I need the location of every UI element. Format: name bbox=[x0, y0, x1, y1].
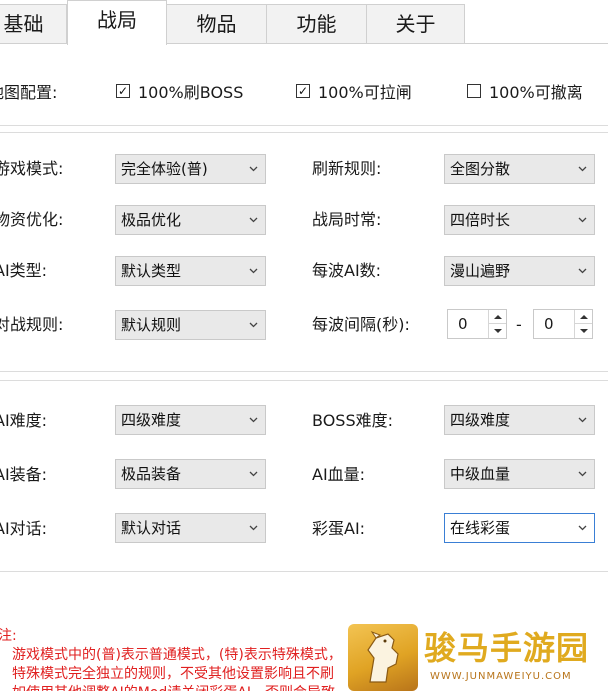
map-config-label: 地图配置: bbox=[0, 83, 58, 102]
tab-bar: 基础 战局 物品 功能 关于 bbox=[0, 0, 608, 45]
ai-health-value: 中级血量 bbox=[450, 465, 511, 483]
stepper-down-button[interactable] bbox=[575, 324, 592, 338]
chevron-down-icon bbox=[249, 415, 258, 424]
tab-features[interactable]: 功能 bbox=[266, 4, 367, 44]
checkbox-evacuate[interactable] bbox=[467, 84, 481, 98]
caret-down-icon bbox=[493, 329, 502, 333]
chevron-down-icon bbox=[249, 320, 258, 329]
easter-egg-ai-select[interactable]: 在线彩蛋 bbox=[444, 513, 595, 543]
tab-match[interactable]: 战局 bbox=[67, 0, 167, 45]
tab-basic-label: 基础 bbox=[3, 12, 44, 36]
ai-per-wave-value: 漫山遍野 bbox=[450, 262, 511, 280]
boss-difficulty-value: 四级难度 bbox=[450, 411, 511, 429]
tab-basic[interactable]: 基础 bbox=[0, 4, 67, 44]
separator bbox=[0, 571, 608, 572]
stepper-up-button[interactable] bbox=[489, 310, 506, 324]
checkbox-pull-switch-label[interactable]: 100%可拉闸 bbox=[318, 82, 412, 104]
tab-about[interactable]: 关于 bbox=[366, 4, 465, 44]
ai-type-value: 默认类型 bbox=[121, 262, 182, 280]
refresh-rule-label: 刷新规则: bbox=[312, 159, 382, 178]
ai-type-select[interactable]: 默认类型 bbox=[115, 256, 266, 286]
checkbox-refresh-boss-label[interactable]: 100%刷BOSS bbox=[138, 82, 243, 104]
ai-dialogue-label: AI对话: bbox=[0, 519, 48, 538]
game-mode-select[interactable]: 完全体验(普) bbox=[115, 154, 266, 184]
easter-egg-ai-label: 彩蛋AI: bbox=[312, 519, 366, 538]
chevron-down-icon bbox=[249, 266, 258, 275]
ai-health-select[interactable]: 中级血量 bbox=[444, 459, 595, 489]
game-mode-value: 完全体验(普) bbox=[121, 160, 208, 178]
separator bbox=[0, 380, 608, 381]
battle-rule-select[interactable]: 默认规则 bbox=[115, 310, 266, 340]
notes-line: 游戏模式中的(普)表示普通模式，(特)表示特殊模式， bbox=[12, 647, 342, 663]
wave-interval-min-stepper[interactable]: 0 bbox=[447, 309, 507, 339]
watermark-name: 骏马手游园 bbox=[424, 629, 590, 667]
tab-match-label: 战局 bbox=[97, 8, 137, 32]
match-time-label: 战局时常: bbox=[312, 210, 382, 229]
caret-up-icon bbox=[493, 315, 502, 319]
ai-equipment-select[interactable]: 极品装备 bbox=[115, 459, 266, 489]
notes-line: 特殊模式完全独立的规则，不受其他设置影响且不刷 bbox=[12, 666, 334, 682]
chevron-down-icon bbox=[578, 523, 587, 532]
match-time-select[interactable]: 四倍时长 bbox=[444, 205, 595, 235]
supply-opt-value: 极品优化 bbox=[121, 211, 182, 229]
chevron-down-icon bbox=[249, 469, 258, 478]
notes-title: 注: bbox=[0, 628, 17, 644]
notes-line: 如使用其他调整AI的Mod请关闭彩蛋AI，否则会导致 bbox=[12, 683, 335, 691]
separator bbox=[0, 371, 608, 372]
chevron-down-icon bbox=[578, 415, 587, 424]
battle-rule-value: 默认规则 bbox=[121, 316, 182, 334]
ai-difficulty-value: 四级难度 bbox=[121, 411, 182, 429]
tab-items[interactable]: 物品 bbox=[166, 4, 267, 44]
caret-down-icon bbox=[579, 329, 588, 333]
ai-equipment-value: 极品装备 bbox=[121, 465, 182, 483]
separator bbox=[0, 125, 608, 126]
wave-interval-label: 每波间隔(秒): bbox=[312, 315, 410, 334]
watermark-url: WWW.JUNMAWEIYU.COM bbox=[430, 671, 572, 682]
chevron-down-icon bbox=[578, 215, 587, 224]
match-time-value: 四倍时长 bbox=[450, 211, 511, 229]
checkbox-refresh-boss[interactable]: ✓ bbox=[116, 84, 130, 98]
tab-about-label: 关于 bbox=[395, 12, 436, 36]
boss-difficulty-label: BOSS难度: bbox=[312, 411, 393, 430]
stepper-up-button[interactable] bbox=[575, 310, 592, 324]
stepper-down-button[interactable] bbox=[489, 324, 506, 338]
checkbox-evacuate-label[interactable]: 100%可撤离 bbox=[489, 82, 583, 104]
ai-difficulty-select[interactable]: 四级难度 bbox=[115, 405, 266, 435]
refresh-rule-value: 全图分散 bbox=[450, 160, 511, 178]
checkbox-pull-switch[interactable]: ✓ bbox=[296, 84, 310, 98]
tab-features-label: 功能 bbox=[296, 12, 337, 36]
ai-equipment-label: AI装备: bbox=[0, 465, 48, 484]
battle-rule-label: 对战规则: bbox=[0, 315, 64, 334]
chevron-down-icon bbox=[249, 523, 258, 532]
range-dash: - bbox=[516, 315, 522, 334]
game-mode-label: 游戏模式: bbox=[0, 159, 64, 178]
boss-difficulty-select[interactable]: 四级难度 bbox=[444, 405, 595, 435]
chevron-down-icon bbox=[578, 266, 587, 275]
stepper-buttons bbox=[574, 310, 592, 338]
wave-interval-min-value: 0 bbox=[458, 315, 468, 333]
ai-per-wave-select[interactable]: 漫山遍野 bbox=[444, 256, 595, 286]
refresh-rule-select[interactable]: 全图分散 bbox=[444, 154, 595, 184]
ai-difficulty-label: AI难度: bbox=[0, 411, 48, 430]
caret-up-icon bbox=[579, 315, 588, 319]
wave-interval-max-value: 0 bbox=[544, 315, 554, 333]
chevron-down-icon bbox=[249, 215, 258, 224]
ai-health-label: AI血量: bbox=[312, 465, 366, 484]
watermark: 骏马手游园 WWW.JUNMAWEIYU.COM bbox=[348, 624, 608, 691]
chevron-down-icon bbox=[249, 164, 258, 173]
ai-dialogue-value: 默认对话 bbox=[121, 519, 182, 537]
horse-logo-icon bbox=[348, 624, 418, 691]
ai-dialogue-select[interactable]: 默认对话 bbox=[115, 513, 266, 543]
tab-items-label: 物品 bbox=[196, 12, 237, 36]
chevron-down-icon bbox=[578, 164, 587, 173]
ai-per-wave-label: 每波AI数: bbox=[312, 261, 382, 280]
stepper-buttons bbox=[488, 310, 506, 338]
supply-opt-label: 物资优化: bbox=[0, 210, 64, 229]
chevron-down-icon bbox=[578, 469, 587, 478]
easter-egg-ai-value: 在线彩蛋 bbox=[450, 519, 511, 537]
separator bbox=[0, 132, 608, 133]
supply-opt-select[interactable]: 极品优化 bbox=[115, 205, 266, 235]
wave-interval-max-stepper[interactable]: 0 bbox=[533, 309, 593, 339]
ai-type-label: AI类型: bbox=[0, 261, 48, 280]
